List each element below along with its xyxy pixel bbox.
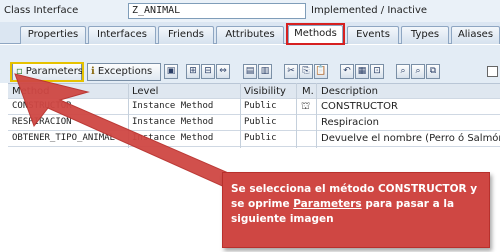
column-header-visibility[interactable]: Visibility — [244, 86, 286, 97]
delete-row-icon[interactable]: ⊟ — [201, 64, 215, 79]
filter-icon[interactable]: ⧉ — [426, 64, 440, 79]
exceptions-button[interactable]: ℹ Exceptions — [87, 63, 161, 81]
method-description: CONSTRUCTOR — [321, 101, 398, 112]
instruction-callout: Se selecciona el método CONSTRUCTOR y se… — [222, 172, 490, 248]
paste-icon[interactable]: 📋 — [314, 64, 328, 79]
tab-types[interactable]: Types — [401, 26, 449, 44]
method-level: Instance Method — [132, 101, 214, 111]
detail-view-icon[interactable]: ▣ — [164, 64, 178, 79]
tab-events[interactable]: Events — [347, 26, 399, 44]
insert-row-icon[interactable]: ⊞ — [186, 64, 200, 79]
filter-checkbox[interactable] — [487, 66, 498, 77]
tab-strip: Properties Interfaces Friends Attributes… — [0, 22, 500, 45]
status-text: Implemented / Inactive — [311, 5, 428, 16]
table-row[interactable]: RESPIRACION Instance Method Public Respi… — [8, 115, 500, 131]
column-divider — [128, 83, 129, 148]
parameters-button-highlight — [10, 62, 84, 82]
method-name: OBTENER_TIPO_ANIMAL — [12, 133, 115, 143]
column-divider — [296, 83, 297, 148]
exceptions-label: Exceptions — [97, 66, 153, 77]
attach-icon[interactable]: ⊡ — [370, 64, 384, 79]
method-name: RESPIRACION — [12, 117, 72, 127]
expand-icon[interactable]: ▤ — [243, 64, 257, 79]
tab-friends[interactable]: Friends — [158, 26, 214, 44]
method-description: Devuelve el nombre (Perro ó Salmón) — [321, 133, 500, 144]
tab-interfaces[interactable]: Interfaces — [88, 26, 156, 44]
method-level: Instance Method — [132, 117, 214, 127]
undo-icon[interactable]: ↶ — [340, 64, 354, 79]
method-name: CONSTRUCTOR — [12, 101, 72, 111]
method-visibility: Public — [244, 117, 277, 127]
column-header-description[interactable]: Description — [321, 86, 378, 97]
table-row[interactable]: CONSTRUCTOR Instance Method Public ⛫ CON… — [8, 99, 500, 115]
collapse-icon[interactable]: ▥ — [258, 64, 272, 79]
sort-icon[interactable]: ⇔ — [216, 64, 230, 79]
column-divider — [240, 83, 241, 148]
column-header-m[interactable]: M. — [302, 86, 314, 97]
copy-icon[interactable]: ⎘ — [299, 64, 313, 79]
tab-aliases[interactable]: Aliases — [451, 26, 500, 44]
column-header-level[interactable]: Level — [132, 86, 158, 97]
constructor-icon: ⛫ — [301, 101, 311, 112]
exceptions-icon: ℹ — [91, 66, 95, 77]
column-header-method[interactable]: Method — [12, 86, 50, 97]
tab-properties[interactable]: Properties — [20, 26, 86, 44]
table-header-row: Method Level Visibility M. Description — [8, 83, 500, 99]
class-name-field[interactable]: Z_ANIMAL — [128, 3, 306, 19]
find-icon[interactable]: ⌕ — [396, 64, 410, 79]
table-icon[interactable]: ▦ — [355, 64, 369, 79]
method-visibility: Public — [244, 133, 277, 143]
header-bar: Class Interface Z_ANIMAL Implemented / I… — [0, 0, 500, 22]
tab-attributes[interactable]: Attributes — [216, 26, 284, 44]
column-divider — [316, 83, 317, 148]
methods-tab-highlight — [286, 23, 345, 45]
method-description: Respiracion — [321, 117, 379, 128]
callout-parameters-link: Parameters — [293, 198, 362, 210]
method-visibility: Public — [244, 101, 277, 111]
class-interface-label: Class Interface — [4, 5, 79, 16]
find-next-icon[interactable]: ⌕ — [411, 64, 425, 79]
cut-icon[interactable]: ✂ — [284, 64, 298, 79]
table-row[interactable]: OBTENER_TIPO_ANIMAL Instance Method Publ… — [8, 131, 500, 147]
method-level: Instance Method — [132, 133, 214, 143]
